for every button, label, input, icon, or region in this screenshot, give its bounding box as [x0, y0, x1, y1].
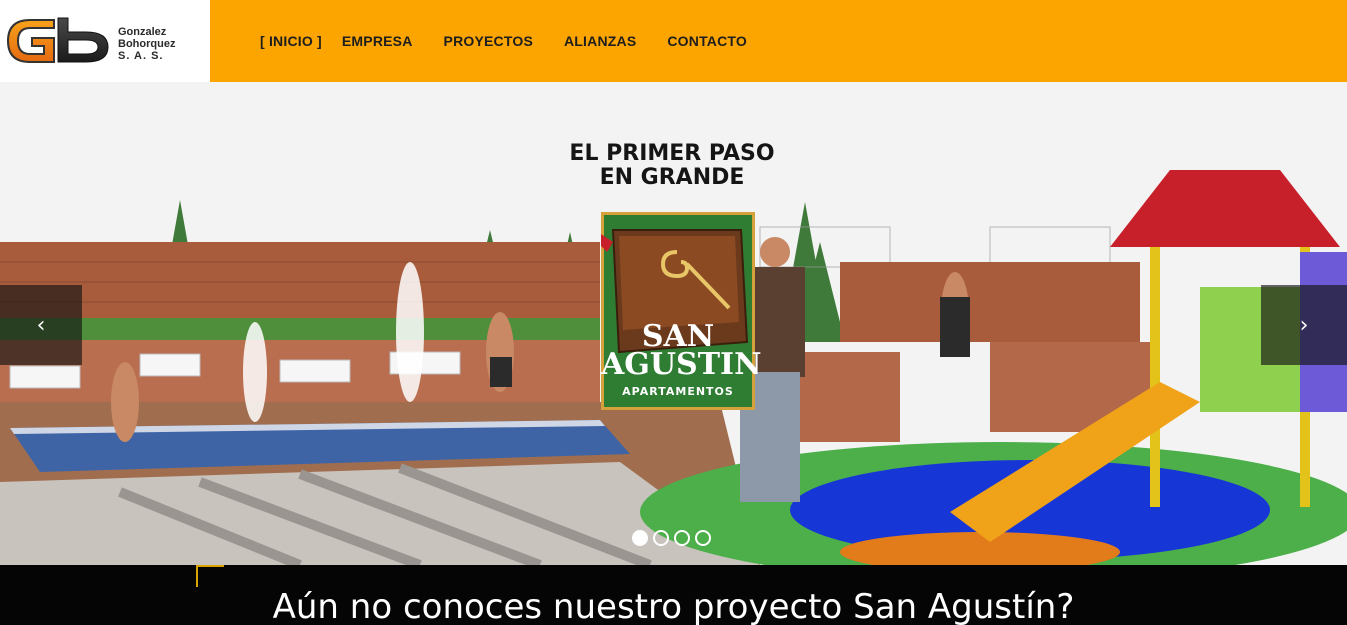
logo-line-2: Bohorquez: [118, 38, 176, 50]
project-name-line-2: AGUSTIN: [601, 347, 762, 382]
nav-item-inicio[interactable]: [ INICIO ]: [260, 33, 322, 49]
page: Gonzalez Bohorquez S. A. S. [ INICIO ] E…: [0, 0, 1347, 625]
slider-dot-3[interactable]: [674, 530, 690, 546]
main-nav: [ INICIO ] EMPRESA PROYECTOS ALIANZAS CO…: [260, 33, 747, 49]
slider-dot-1[interactable]: [632, 530, 648, 546]
tagline-line-2: EN GRANDE: [599, 165, 745, 190]
cta-heading: Aún no conoces nuestro proyecto San Agus…: [272, 587, 1075, 625]
slider-indicators: [632, 530, 711, 546]
hero-slider: EL PRIMER PASO EN GRANDE SAN AGUSTIN APA…: [0, 82, 1347, 565]
slide-tagline: EL PRIMER PASO EN GRANDE: [520, 142, 824, 190]
slider-prev-button[interactable]: ‹: [0, 285, 82, 365]
chevron-right-icon: ›: [1299, 312, 1309, 338]
corner-decoration: [196, 565, 224, 587]
slider-dot-2[interactable]: [653, 530, 669, 546]
tagline-line-1: EL PRIMER PASO: [569, 141, 775, 166]
nav-item-contacto[interactable]: CONTACTO: [667, 33, 747, 49]
project-logo[interactable]: SAN AGUSTIN APARTAMENTOS: [601, 212, 762, 410]
logo-line-3: S. A. S.: [118, 50, 164, 62]
nav-item-empresa[interactable]: EMPRESA: [342, 33, 413, 49]
logo-line-1: Gonzalez: [118, 26, 167, 38]
logo[interactable]: Gonzalez Bohorquez S. A. S.: [0, 0, 210, 82]
chevron-left-icon: ‹: [36, 312, 46, 338]
cta-banner: Aún no conoces nuestro proyecto San Agus…: [0, 565, 1347, 625]
nav-item-alianzas[interactable]: ALIANZAS: [564, 33, 636, 49]
project-subtitle: APARTAMENTOS: [622, 385, 734, 398]
logo-text: Gonzalez Bohorquez S. A. S.: [118, 26, 175, 62]
slider-next-button[interactable]: ›: [1261, 285, 1347, 365]
nav-item-proyectos[interactable]: PROYECTOS: [444, 33, 533, 49]
logo-mark-icon: [6, 17, 109, 63]
slider-dot-4[interactable]: [695, 530, 711, 546]
site-header: Gonzalez Bohorquez S. A. S. [ INICIO ] E…: [0, 0, 1347, 82]
